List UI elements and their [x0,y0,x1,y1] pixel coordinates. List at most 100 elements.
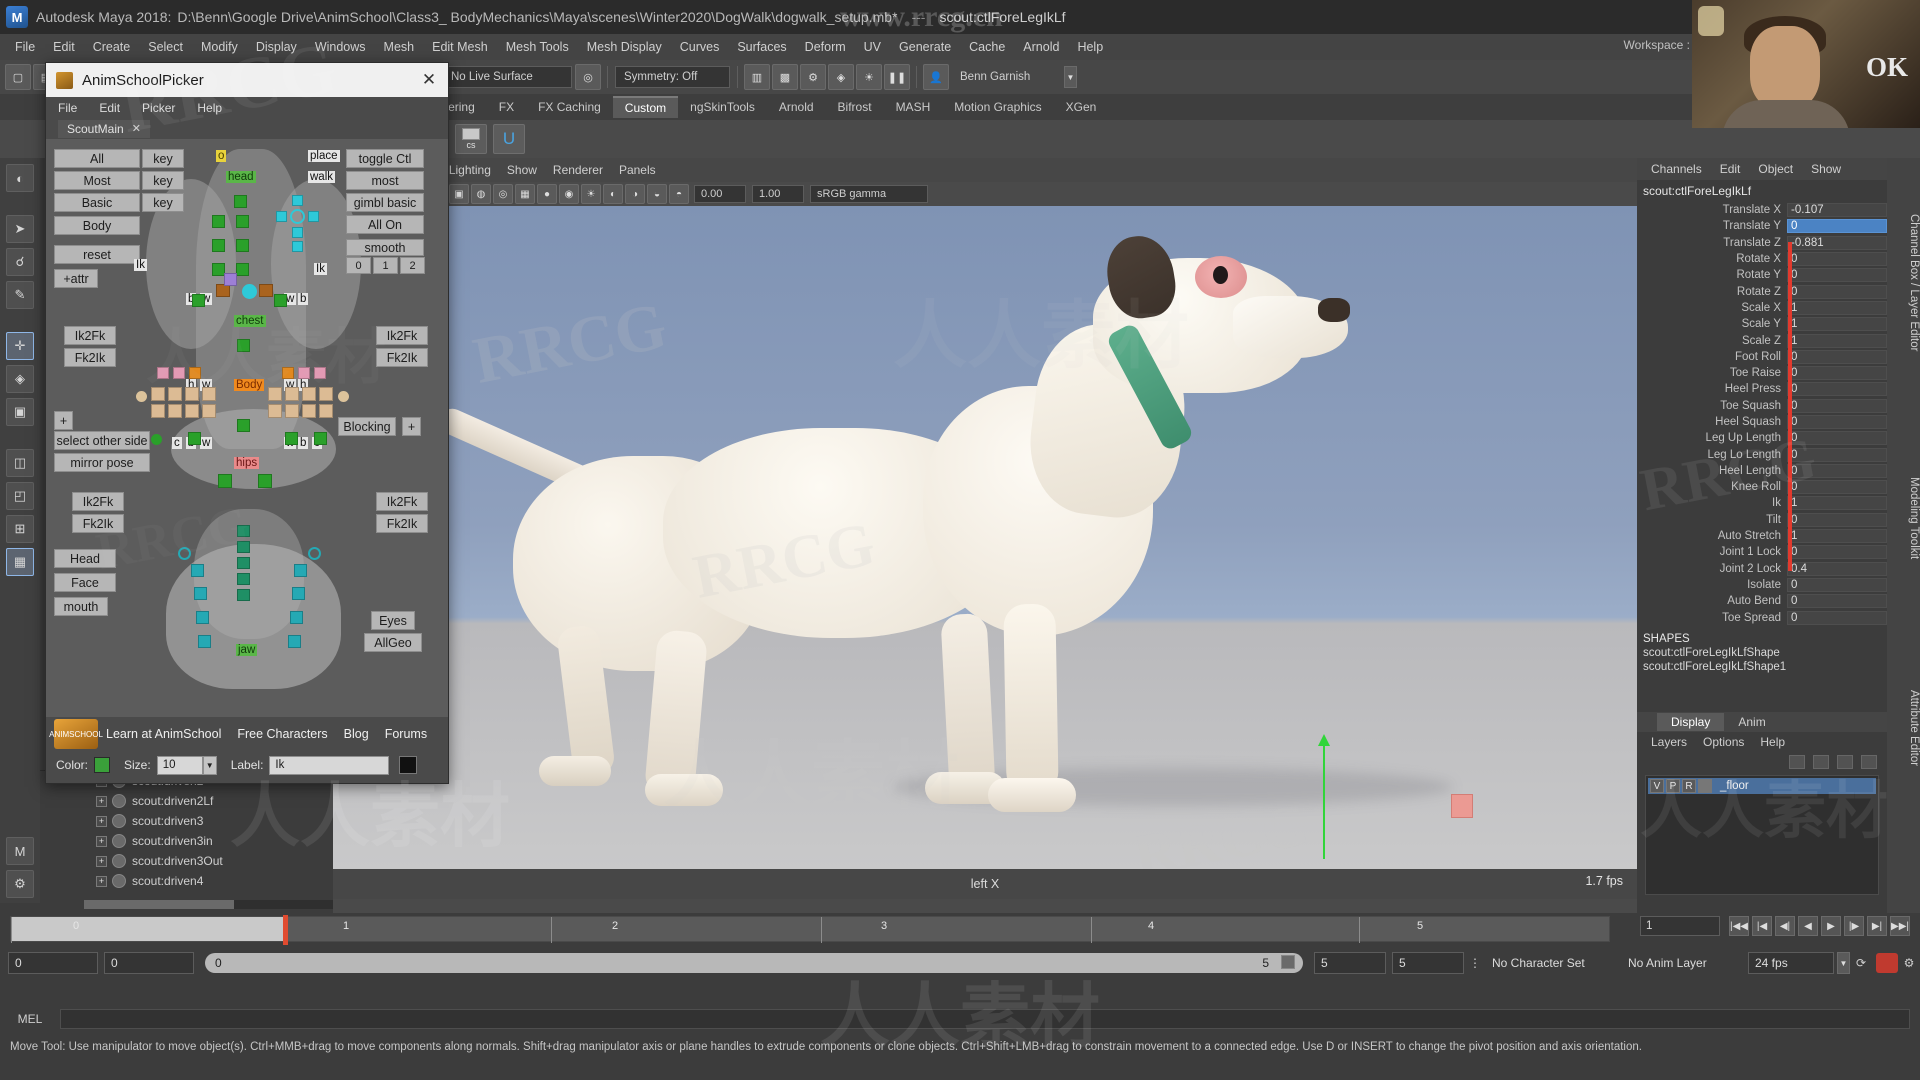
move-tool-icon[interactable]: ✛ [6,332,34,360]
picker-button-blocking-plus[interactable]: + [402,417,421,436]
anim-start-field[interactable]: 0 [104,952,194,974]
list-item[interactable]: + scout:driven3in [40,831,333,851]
outliner-scrollbar[interactable] [84,900,333,909]
picker-button-most-right[interactable]: most [346,171,424,190]
time-slider[interactable]: 0 1 2 3 4 5 [10,915,1610,945]
picker-ctrl-ear-left-3[interactable] [196,611,209,624]
user-avatar-icon[interactable]: 👤 [923,64,949,90]
picker-button-face[interactable]: Face [54,573,116,592]
picker-ctrl-ear-tip-right[interactable] [308,547,321,560]
layer-menu-options[interactable]: Options [1703,735,1744,749]
attr-value[interactable]: 0 [1787,415,1887,429]
move-gizmo-y-arrowhead[interactable] [1318,734,1330,746]
outliner-panel[interactable]: + scout:driven2 + scout:driven2Lf + scou… [40,770,333,913]
make-live-icon[interactable]: ◎ [575,64,601,90]
picker-ctrl-fgrid-r8[interactable] [319,404,333,418]
table-row[interactable]: Foot Roll 0 [1637,349,1887,365]
viewport-wireframe-icon[interactable]: ▦ [515,184,535,204]
picker-button-smooth[interactable]: smooth [346,239,424,256]
link-free-characters[interactable]: Free Characters [237,727,327,741]
channelbox-menu-object[interactable]: Object [1758,162,1793,176]
pause-icon[interactable]: ❚❚ [884,64,910,90]
live-surface-field[interactable]: No Live Surface [442,66,572,88]
menu-uv[interactable]: UV [855,37,890,57]
picker-ctrl-ik-right[interactable]: Ik [314,263,327,275]
layer-new-icon[interactable] [1837,755,1853,769]
link-forums[interactable]: Forums [385,727,427,741]
picker-ctrl-shoulder-left[interactable] [192,294,205,307]
attr-value[interactable]: 0 [1787,512,1887,527]
channelbox-menu-show[interactable]: Show [1811,162,1841,176]
size-field[interactable]: 10 [156,755,203,775]
picker-ctrl-ear-right-2[interactable] [292,587,305,600]
layout-persp-icon[interactable]: ▦ [6,548,34,576]
table-row[interactable]: Joint 2 Lock 0.4 [1637,561,1887,577]
animation-preferences-icon[interactable]: ⚙ [1898,956,1920,970]
cs-shelf-icon[interactable]: cs [455,124,487,154]
viewport-shadows-icon[interactable]: ◐ [603,184,623,204]
shelf-tab-xgen[interactable]: XGen [1054,97,1109,117]
expand-icon[interactable]: + [96,795,107,807]
picker-canvas[interactable]: All key Most key Basic key Body reset +a… [46,139,448,717]
picker-ctrl-b-right[interactable]: b [298,293,309,305]
picker-place-ctrl-down[interactable] [292,227,303,238]
table-row[interactable]: Scale Z 1 [1637,332,1887,348]
viewport-motionblur-icon[interactable]: ◒ [647,184,667,204]
picker-ctrl-fgrid-r3[interactable] [302,387,316,401]
picker-menu-edit[interactable]: Edit [99,101,120,115]
picker-key-most-button[interactable]: key [142,171,184,190]
layer-menu-help[interactable]: Help [1760,735,1785,749]
attr-value[interactable]: 0 [1787,349,1887,364]
picker-button-basic[interactable]: Basic [54,193,140,212]
table-row[interactable]: Auto Stretch 1 [1637,528,1887,544]
picker-ctrl-fgrid-l6[interactable] [168,404,182,418]
picker-ctrl-hip-left[interactable] [188,432,201,445]
attr-value[interactable]: 1 [1787,317,1887,332]
picker-ctrl-neck5[interactable] [236,239,249,252]
picker-button-fk2ik-bottom[interactable]: Fk2Ik [72,514,124,533]
attr-value[interactable]: 1 [1787,529,1887,544]
select-tool-icon[interactable]: ➤ [6,215,34,243]
shelf-tab-arnold[interactable]: Arnold [767,97,826,117]
picker-ctrl-b2-right[interactable]: b [298,437,309,449]
table-row[interactable]: Rotate Y 0 [1637,267,1887,283]
attr-value[interactable]: 0 [1787,219,1887,234]
picker-button-reset[interactable]: reset [54,245,140,264]
table-row[interactable]: Translate X -0.107 [1637,202,1887,218]
layer-move-up-icon[interactable] [1789,755,1805,769]
menu-surfaces[interactable]: Surfaces [728,37,795,57]
rotate-tool-icon[interactable]: ◈ [6,365,34,393]
layer-list[interactable]: V P R _floor [1645,775,1879,895]
picker-ctrl-finger-pink-1[interactable] [157,367,169,379]
layer-playback-toggle[interactable]: P [1666,779,1680,793]
attr-value[interactable]: 0 [1787,398,1887,413]
picker-menu-picker[interactable]: Picker [142,101,175,115]
menu-deform[interactable]: Deform [796,37,855,57]
picker-button-mirror-pose[interactable]: mirror pose [54,453,150,472]
picker-ctrl-c-left[interactable]: c [172,437,182,449]
picker-ctrl-w3-left[interactable]: w [200,437,213,449]
picker-ctrl-ear-left-2[interactable] [194,587,207,600]
layer-display-type-toggle[interactable]: R [1682,779,1696,793]
layer-new-from-selected-icon[interactable] [1861,755,1877,769]
picker-ctrl-tail-4[interactable] [237,573,250,585]
viewport-menu-lighting[interactable]: Lighting [441,161,499,179]
picker-ctrl-hip-right2[interactable] [314,432,327,445]
list-item[interactable]: + scout:driven4 [40,871,333,891]
layer-move-down-icon[interactable] [1813,755,1829,769]
attr-value[interactable]: 0 [1787,480,1887,495]
menu-edit-mesh[interactable]: Edit Mesh [423,37,497,57]
range-start-field[interactable]: 0 [8,952,98,974]
attr-value[interactable]: 0 [1787,252,1887,267]
picker-tab-scoutmain[interactable]: ScoutMain ✕ [58,119,150,138]
viewport-ao-icon[interactable]: ◑ [625,184,645,204]
viewport-xray-joints-icon[interactable]: ◎ [493,184,513,204]
go-to-start-icon[interactable]: |◀◀ [1729,916,1749,936]
tab-channel-box-layer-editor[interactable]: Channel Box / Layer Editor [1887,158,1920,408]
fps-dropdown-icon[interactable]: ▼ [1837,952,1850,974]
menu-mesh-display[interactable]: Mesh Display [578,37,671,57]
range-end-field[interactable]: 5 [1392,952,1464,974]
attr-value[interactable]: 0 [1787,594,1887,609]
picker-menu-file[interactable]: File [58,101,77,115]
attr-value[interactable]: 1 [1787,496,1887,511]
